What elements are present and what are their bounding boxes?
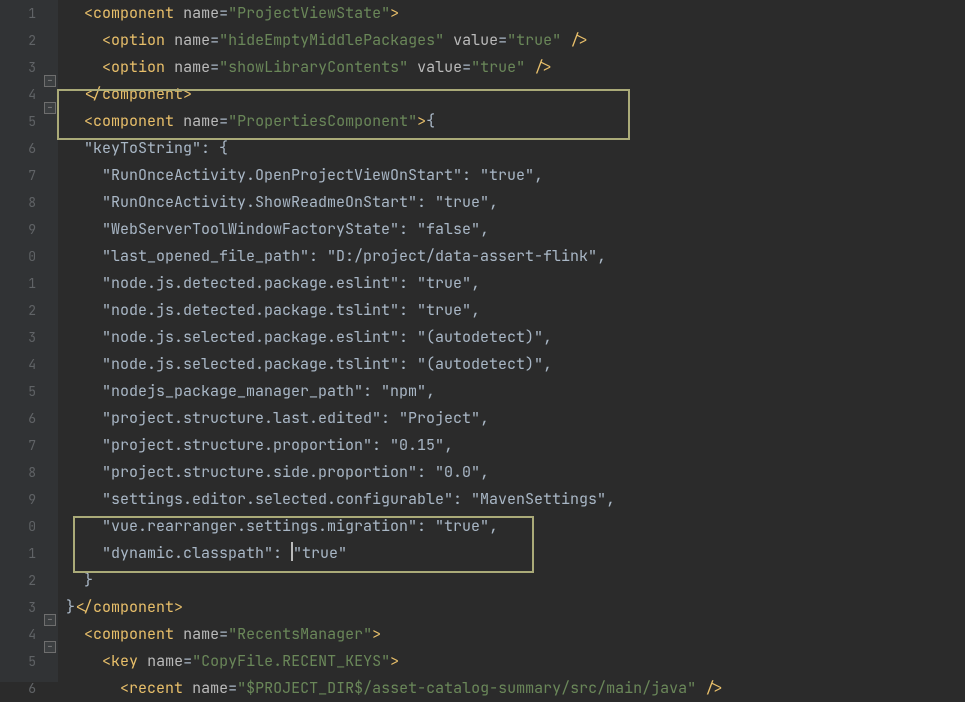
code-line[interactable]: "WebServerToolWindowFactoryState": "fals… xyxy=(66,216,965,243)
code-line[interactable]: "RunOnceActivity.OpenProjectViewOnStart"… xyxy=(66,162,965,189)
code-line[interactable]: "node.js.detected.package.tslint": "true… xyxy=(66,297,965,324)
code-line[interactable]: "nodejs_package_manager_path": "npm", xyxy=(66,378,965,405)
code-line[interactable]: </component> xyxy=(66,81,965,108)
code-editor[interactable]: 12345678901234567890123456–––– <componen… xyxy=(0,0,965,682)
code-line[interactable]: <option name="showLibraryContents" value… xyxy=(66,54,965,81)
code-line[interactable]: "node.js.selected.package.tslint": "(aut… xyxy=(66,351,965,378)
code-line[interactable]: "settings.editor.selected.configurable":… xyxy=(66,486,965,513)
code-line[interactable]: <component name="ProjectViewState"> xyxy=(66,0,965,27)
code-line[interactable]: <option name="hideEmptyMiddlePackages" v… xyxy=(66,27,965,54)
code-line[interactable]: "RunOnceActivity.ShowReadmeOnStart": "tr… xyxy=(66,189,965,216)
code-line[interactable]: <component name="PropertiesComponent">{ xyxy=(66,108,965,135)
code-line[interactable]: } xyxy=(66,567,965,594)
code-area[interactable]: <component name="ProjectViewState"> <opt… xyxy=(58,0,965,682)
code-line[interactable]: "project.structure.proportion": "0.15", xyxy=(66,432,965,459)
code-line[interactable]: "last_opened_file_path": "D:/project/dat… xyxy=(66,243,965,270)
code-line[interactable]: <recent name="$PROJECT_DIR$/asset-catalo… xyxy=(66,675,965,702)
code-line[interactable]: <key name="CopyFile.RECENT_KEYS"> xyxy=(66,648,965,675)
code-line[interactable]: "project.structure.side.proportion": "0.… xyxy=(66,459,965,486)
code-line[interactable]: "project.structure.last.edited": "Projec… xyxy=(66,405,965,432)
code-line[interactable]: }</component> xyxy=(66,594,965,621)
code-line[interactable]: "dynamic.classpath": "true" xyxy=(66,540,965,567)
code-line[interactable]: "node.js.detected.package.eslint": "true… xyxy=(66,270,965,297)
code-line[interactable]: "keyToString": { xyxy=(66,135,965,162)
code-line[interactable]: "node.js.selected.package.eslint": "(aut… xyxy=(66,324,965,351)
code-line[interactable]: <component name="RecentsManager"> xyxy=(66,621,965,648)
line-number-gutter: 12345678901234567890123456–––– xyxy=(0,0,58,682)
code-line[interactable]: "vue.rearranger.settings.migration": "tr… xyxy=(66,513,965,540)
